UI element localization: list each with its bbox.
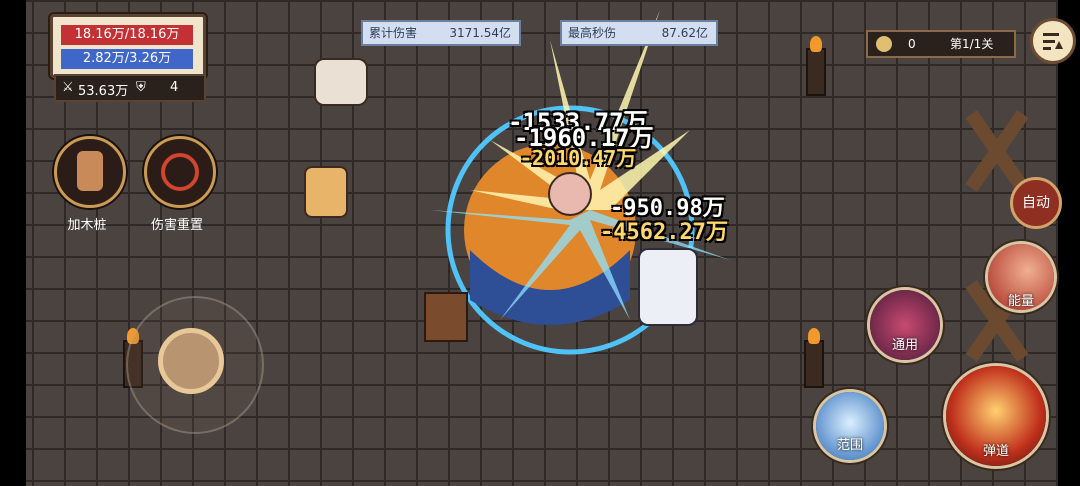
sword-icon: ⚔ [62,80,74,95]
torch [804,328,824,388]
damage-number: -4562.27万 [600,220,728,245]
reset-damage-label: 伤害重置 [150,218,203,233]
max-dps-label: 最高秒伤 [568,26,617,40]
total-damage-box: 累计伤害 3171.54亿 [361,20,521,46]
reset-damage-button[interactable] [144,136,216,208]
skill-energy-label: 能量 [1007,294,1034,309]
barrel-creature[interactable] [424,292,468,342]
training-dummy-robot[interactable] [638,248,698,326]
player-stats-panel: 18.16万/18.16万 2.82万/3.26万 [50,14,206,78]
defense-value: 4 [170,80,179,95]
add-dummy-label: 加木桩 [67,218,107,233]
skill-range-label: 范围 [836,438,863,453]
skill-projectile-button[interactable]: 弹道 [946,366,1046,466]
game-stage[interactable]: 18.16万/18.16万 2.82万/3.26万 ⚔ 53.63万 ⛨ 4 累… [0,0,1080,486]
total-damage-value: 3171.54亿 [449,26,511,40]
dummy-icon [77,151,103,191]
attack-value: 53.63万 [78,84,129,99]
fox-character[interactable] [304,166,348,218]
max-dps-value: 87.62亿 [661,26,708,40]
torch [806,36,826,96]
mp-bar: 2.82万/3.26万 [61,49,193,69]
skill-energy-button[interactable]: 能量 [988,244,1054,310]
hp-bar: 18.16万/18.16万 [61,25,193,45]
reset-icon [161,153,199,191]
skill-range-button[interactable]: 范围 [816,392,884,460]
menu-list-icon [1043,33,1063,50]
dog-pet-character[interactable] [314,58,368,106]
damage-number: -2010.47万 [520,146,637,170]
level-indicator: 第1/1关 [950,37,994,51]
player-character[interactable] [548,172,592,216]
skill-general-label: 通用 [891,338,918,353]
virtual-joystick-knob[interactable] [158,328,224,394]
coin-icon [876,36,892,52]
skill-general-button[interactable]: 通用 [870,290,940,360]
auto-button[interactable]: 自动 [1010,177,1062,229]
coin-count: 0 [908,37,916,51]
left-letterbox [0,0,26,486]
add-dummy-button[interactable] [54,136,126,208]
stage-info-bar: 0 第1/1关 [866,30,1016,58]
attack-defense-row: ⚔ 53.63万 ⛨ 4 [54,74,206,102]
right-letterbox [1058,0,1080,486]
menu-button[interactable] [1030,18,1076,64]
shield-icon: ⛨ [136,80,146,95]
max-dps-box: 最高秒伤 87.62亿 [560,20,718,46]
total-damage-label: 累计伤害 [369,26,418,40]
skill-projectile-label: 弹道 [982,444,1009,459]
